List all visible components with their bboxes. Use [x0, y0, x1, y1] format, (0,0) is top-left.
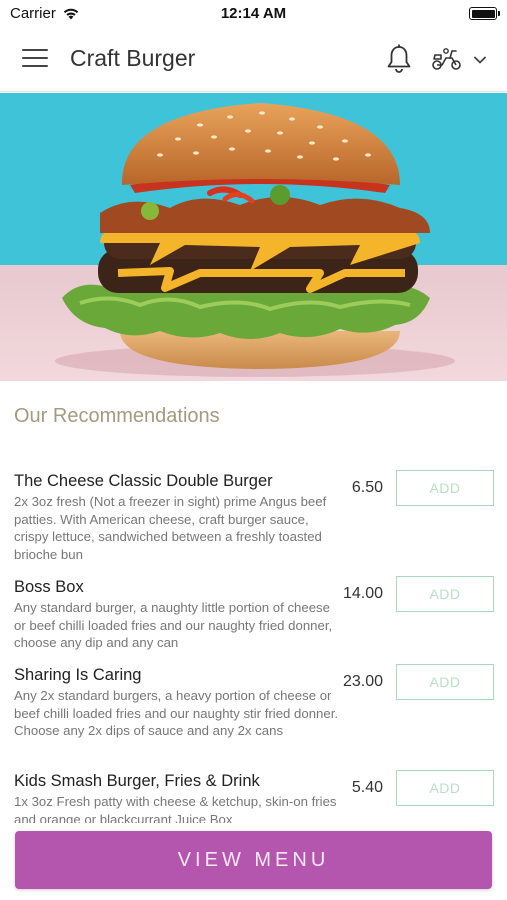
item-name: Sharing Is Caring	[14, 666, 142, 684]
item-description: 2x 3oz fresh (Not a freezer in sight) pr…	[14, 494, 327, 562]
chevron-down-icon[interactable]	[470, 51, 490, 69]
add-button[interactable]: ADD	[396, 664, 494, 700]
add-button[interactable]: ADD	[396, 770, 494, 806]
recommendations-list: The Cheese Classic Double Burger 2x 3oz …	[0, 460, 507, 824]
hamburger-menu-icon[interactable]	[22, 49, 48, 71]
item-name: Kids Smash Burger, Fries & Drink	[14, 772, 260, 790]
page-title: Craft Burger	[70, 45, 196, 71]
scooter-icon[interactable]	[430, 46, 464, 74]
view-menu-button[interactable]: VIEW MENU	[15, 831, 492, 889]
item-price: 23.00	[342, 673, 383, 690]
add-button[interactable]: ADD	[396, 576, 494, 612]
status-time: 12:14 AM	[220, 5, 287, 22]
hero-burger-image	[0, 93, 507, 381]
item-price: 6.50	[351, 479, 383, 496]
bell-icon[interactable]	[384, 43, 414, 75]
section-title-recommendations: Our Recommendations	[14, 405, 220, 427]
item-description: Any standard burger, a naughty little po…	[14, 600, 333, 651]
item-price: 5.40	[351, 779, 383, 796]
battery-full-icon	[469, 7, 500, 20]
status-bar: Carrier 12:14 AM	[0, 0, 507, 28]
item-name: Boss Box	[14, 578, 84, 596]
add-button[interactable]: ADD	[396, 470, 494, 506]
app-header: Craft Burger	[0, 28, 507, 92]
item-name: The Cheese Classic Double Burger	[14, 472, 273, 490]
item-description: Any 2x standard burgers, a heavy portion…	[14, 688, 339, 739]
item-price: 14.00	[342, 585, 383, 602]
item-description: 1x 3oz Fresh patty with cheese & ketchup…	[14, 794, 337, 824]
